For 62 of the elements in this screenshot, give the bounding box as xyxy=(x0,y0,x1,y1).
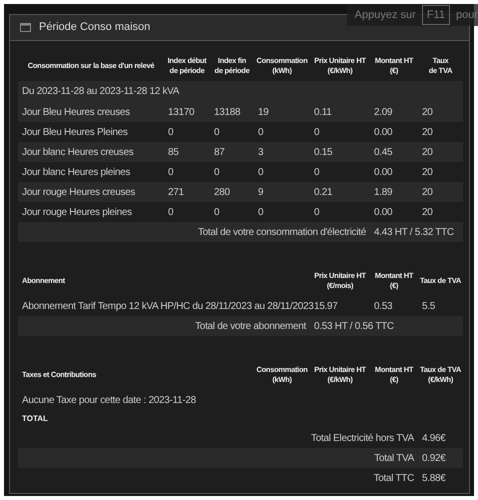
total-label: Total TVA xyxy=(18,448,418,468)
hint-text: Appuyez sur xyxy=(354,8,416,23)
total-label: Total de votre consommation d'électricité xyxy=(18,222,370,242)
table-cell: 0 xyxy=(254,202,310,222)
table-cell: 271 xyxy=(164,182,210,202)
table-cell: 0 xyxy=(164,162,210,182)
table-cell: Jour blanc Heures creuses xyxy=(18,142,164,162)
window-icon xyxy=(20,23,31,32)
total-value: 4.96€ xyxy=(418,428,464,448)
table-cell: 0.00 xyxy=(370,122,418,142)
table-cell: 19 xyxy=(254,102,310,122)
key-cap: F11 xyxy=(422,4,450,26)
total-value: 0.53 HT / 0.56 TTC xyxy=(310,316,464,336)
table-cell: 20 xyxy=(418,202,463,222)
total-label: Total de votre abonnement xyxy=(18,316,310,336)
table-cell: 0.00 xyxy=(370,162,418,182)
table-cell: 20 xyxy=(418,102,463,122)
table-cell: 280 xyxy=(210,182,254,202)
table-cell: Jour blanc Heures pleines xyxy=(18,162,164,182)
table-cell: 5.5 xyxy=(418,296,464,316)
table-cell: 0.11 xyxy=(310,102,370,122)
section-heading: TOTAL xyxy=(21,413,49,425)
table-cell: 13188 xyxy=(210,102,254,122)
table-cell: 0 xyxy=(254,122,310,142)
total-value: 0.92€ xyxy=(418,448,464,468)
total-label: Total TTC xyxy=(18,468,418,488)
table-cell: Jour rouge Heures creuses xyxy=(18,182,164,202)
table-cell: 2.09 xyxy=(370,102,418,122)
total-value: 5.88€ xyxy=(418,468,464,488)
table-cell: 0 xyxy=(210,162,254,182)
hint-text: pour xyxy=(456,8,478,23)
table-cell: 1.89 xyxy=(370,182,418,202)
table-cell: Jour Bleu Heures creuses xyxy=(18,102,164,122)
table-cell: Jour Bleu Heures Pleines xyxy=(18,122,164,142)
table-cell: 0 xyxy=(210,122,254,142)
no-tax-note: Aucune Taxe pour cette date : 2023-11-28 xyxy=(21,394,197,408)
table-cell: 0.21 xyxy=(310,182,370,202)
table-cell: 0 xyxy=(254,162,310,182)
table-cell: 0 xyxy=(164,122,210,142)
table-cell: 13170 xyxy=(164,102,210,122)
table-cell: 9 xyxy=(254,182,310,202)
table-cell: 0.00 xyxy=(370,202,418,222)
total-value: 4.43 HT / 5.32 TTC xyxy=(370,222,463,242)
table-cell: 0.45 xyxy=(370,142,418,162)
total-label: Total Electricité hors TVA xyxy=(18,428,418,448)
table-cell: 0 xyxy=(310,162,370,182)
table-cell: 20 xyxy=(418,182,463,202)
table-cell: 0.53 xyxy=(370,296,418,316)
table-cell: 20 xyxy=(418,122,463,142)
table-cell: 87 xyxy=(210,142,254,162)
table-cell: 0.15 xyxy=(310,142,370,162)
table-cell: Jour rouge Heures pleines xyxy=(18,202,164,222)
panel-title: Période Conso maison xyxy=(39,20,150,36)
table-cell: 0 xyxy=(310,202,370,222)
table-cell: 0 xyxy=(164,202,210,222)
table-cell: 0 xyxy=(210,202,254,222)
table-cell: 85 xyxy=(164,142,210,162)
period-label: Du 2023-11-28 au 2023-11-28 12 kVA xyxy=(18,81,463,102)
table-cell: 3 xyxy=(254,142,310,162)
table-cell: 20 xyxy=(418,162,463,182)
table-cell: 0 xyxy=(310,122,370,142)
table-cell: 20 xyxy=(418,142,463,162)
